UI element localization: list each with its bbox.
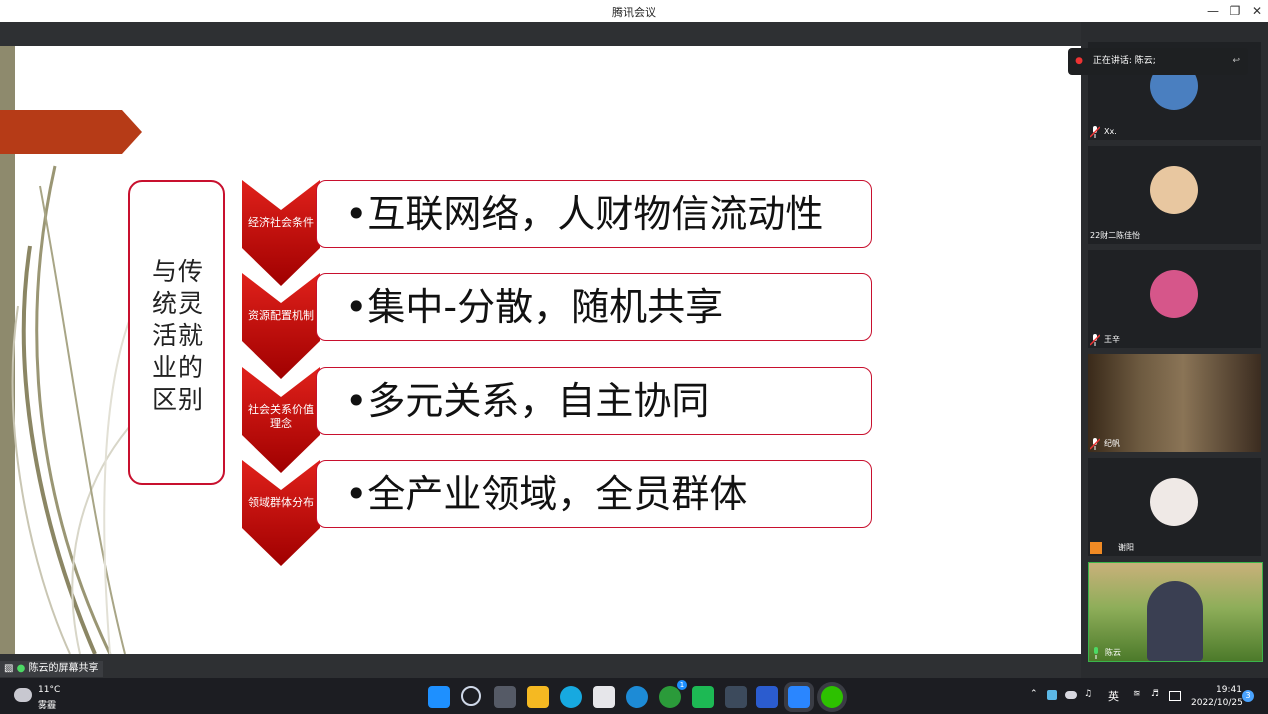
row-text: •互联网络，人财物信流动性 — [345, 192, 824, 236]
participant-name: 22财二陈佳怡 — [1090, 231, 1141, 240]
word-icon[interactable] — [756, 686, 778, 708]
participant-tile[interactable]: 谢阳 — [1088, 458, 1261, 556]
row-text-box: •互联网络，人财物信流动性 — [316, 180, 872, 248]
muted-mic-icon: ● — [1075, 56, 1083, 66]
app-icon[interactable] — [725, 686, 747, 708]
participant-tile-active[interactable]: 陈云 — [1088, 562, 1263, 662]
volume-icon[interactable]: ♬ — [1151, 689, 1159, 699]
participant-tile[interactable]: 王辛 — [1088, 250, 1261, 348]
notification-badge: 1 — [677, 680, 687, 690]
chat-app-icon[interactable] — [692, 686, 714, 708]
row-text: •集中-分散，随机共享 — [345, 285, 724, 329]
wechat-icon[interactable] — [821, 686, 843, 708]
ie-icon[interactable] — [626, 686, 648, 708]
participant-name: 谢阳 — [1118, 543, 1134, 552]
screen-share-indicator[interactable]: ▧ ● 陈云的屏幕共享 — [0, 661, 103, 677]
tray-overflow-icon[interactable]: ⌃ — [1030, 689, 1038, 699]
slide-row-4: 领域群体分布 •全产业领域，全员群体 — [242, 460, 874, 566]
participant-name: 王辛 — [1104, 335, 1120, 344]
slide-row-3: 社会关系价值理念 •多元关系，自主协同 — [242, 367, 874, 473]
window-title: 腾讯会议 — [612, 6, 656, 19]
search-icon[interactable] — [461, 686, 481, 706]
slide-row-2: 资源配置机制 •集中-分散，随机共享 — [242, 273, 874, 379]
comparison-label: 与传统灵活就业的区别 — [151, 257, 204, 414]
weather-icon[interactable] — [14, 688, 32, 702]
store-icon[interactable] — [593, 686, 615, 708]
shared-screen: 与传统灵活就业的区别 经济社会条件 •互联网络，人财物信流动性 资源配置机制 •… — [0, 46, 1081, 654]
speaking-indicator: ● 正在讲话: 陈云; ↩ — [1068, 48, 1248, 75]
ime-mic-icon[interactable]: ♫ — [1084, 689, 1092, 699]
share-top-bar — [0, 22, 1081, 46]
edge-icon[interactable] — [560, 686, 582, 708]
wifi-icon[interactable]: ≊ — [1133, 689, 1141, 699]
participant-tile[interactable]: 纪帆 — [1088, 354, 1261, 452]
task-view-icon[interactable] — [494, 686, 516, 708]
avatar — [1150, 270, 1198, 318]
weather-temp: 11°C — [38, 685, 61, 695]
chevron-shape — [242, 273, 320, 379]
file-explorer-icon[interactable] — [527, 686, 549, 708]
clock-date[interactable]: 2022/10/25 — [1191, 698, 1243, 708]
minimize-icon[interactable]: — — [1204, 2, 1222, 20]
chevron-label: 领域群体分布 — [248, 496, 314, 509]
participant-name: Xx. — [1104, 127, 1117, 136]
taskbar: 11°C 雾霾 1 ⌃ ♫ 英 ≊ ♬ 19:41 2022/10/25 3 — [0, 678, 1268, 714]
share-bottom-bar — [0, 654, 1081, 678]
battery-icon[interactable] — [1169, 691, 1181, 701]
speaking-text: 正在讲话: 陈云; — [1092, 56, 1156, 66]
avatar — [1150, 478, 1198, 526]
row-text-box: •多元关系，自主协同 — [316, 367, 872, 435]
mic-icon: ● — [16, 663, 26, 674]
restore-icon[interactable]: ❐ — [1226, 2, 1244, 20]
screen-share-icon: ▧ — [4, 663, 17, 674]
participant-tile[interactable]: 22财二陈佳怡 — [1088, 146, 1261, 244]
weather-desc: 雾霾 — [38, 701, 57, 711]
participant-name: 纪帆 — [1104, 439, 1120, 448]
screen-share-label: 陈云的屏幕共享 — [28, 663, 99, 674]
clock-time[interactable]: 19:41 — [1216, 685, 1242, 695]
slide-row-1: 经济社会条件 •互联网络，人财物信流动性 — [242, 180, 874, 286]
ime-indicator[interactable]: 英 — [1108, 688, 1119, 704]
chevron-label: 社会关系价值理念 — [248, 403, 314, 430]
start-icon[interactable] — [428, 686, 450, 708]
person-silhouette — [1147, 581, 1203, 661]
close-icon[interactable]: ✕ — [1248, 2, 1266, 20]
tencent-meeting-icon[interactable] — [788, 686, 810, 708]
cloud-icon[interactable] — [1065, 691, 1077, 699]
participant-name: 陈云 — [1105, 648, 1121, 657]
avatar — [1150, 166, 1198, 214]
tray-app-icon[interactable] — [1047, 690, 1057, 700]
row-text: •全产业领域，全员群体 — [345, 472, 748, 516]
pin-icon[interactable]: ↩ — [1232, 48, 1240, 75]
chevron-shape — [242, 180, 320, 286]
notification-count[interactable]: 3 — [1242, 690, 1254, 702]
row-text-box: •全产业领域，全员群体 — [316, 460, 872, 528]
chevron-shape — [242, 460, 320, 566]
row-text: •多元关系，自主协同 — [345, 379, 710, 423]
chevron-label: 经济社会条件 — [248, 216, 314, 229]
title-banner — [0, 110, 142, 154]
xbox-icon[interactable]: 1 — [659, 680, 687, 708]
window-titlebar: 腾讯会议 — ❐ ✕ — [0, 0, 1268, 23]
chevron-label: 资源配置机制 — [248, 309, 314, 322]
row-text-box: •集中-分散，随机共享 — [316, 273, 872, 341]
